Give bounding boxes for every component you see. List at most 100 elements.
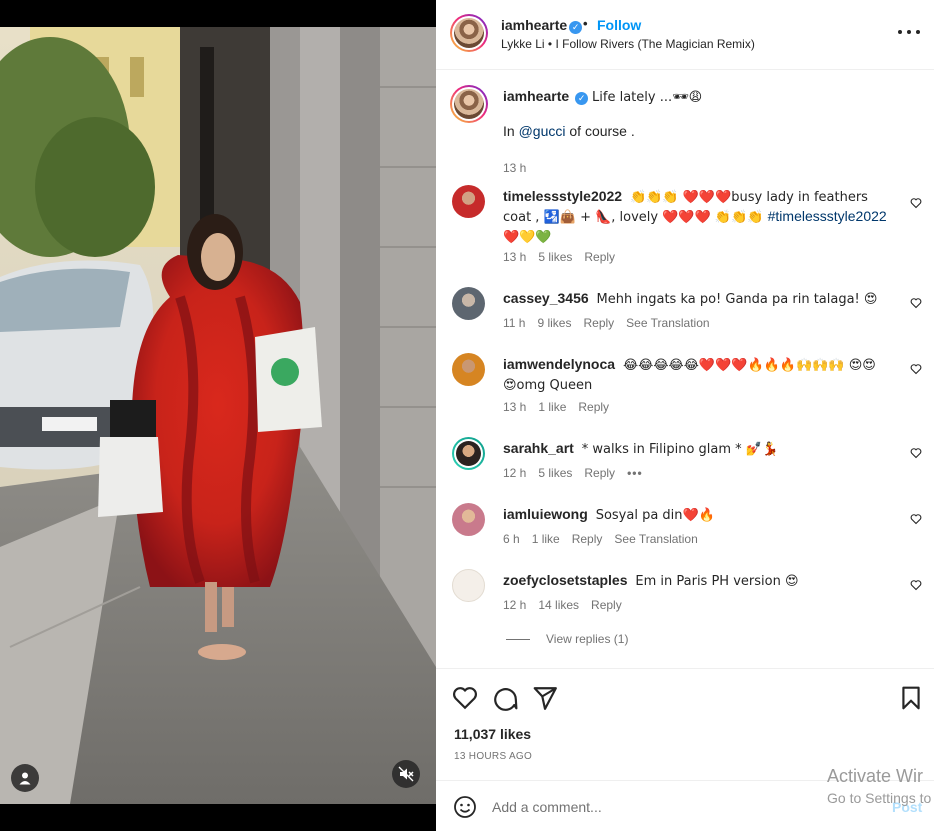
comment-meta: 6 h 1 like Reply See Translation bbox=[503, 532, 698, 546]
comment-text: zoefyclosetstaples Em in Paris PH versio… bbox=[503, 571, 888, 591]
hashtag-link[interactable]: #timelessstyle2022 bbox=[768, 208, 887, 224]
comment-username[interactable]: timelessstyle2022 bbox=[503, 188, 622, 204]
comment-likes[interactable]: 1 like bbox=[538, 400, 566, 414]
caption-avatar[interactable] bbox=[450, 85, 488, 123]
verified-badge-icon: ✓ bbox=[569, 21, 583, 34]
commenter-avatar[interactable] bbox=[452, 569, 485, 602]
comment-body-end: ❤️💛💚 bbox=[503, 230, 552, 245]
comment-input[interactable] bbox=[492, 795, 852, 819]
comment-time[interactable]: 12 h bbox=[503, 466, 526, 480]
comment-text: timelessstyle2022 👏👏👏 ❤️❤️❤️busy lady in… bbox=[503, 187, 888, 247]
commenter-avatar[interactable] bbox=[452, 185, 485, 218]
like-comment-heart-icon[interactable] bbox=[910, 447, 922, 459]
reply-button[interactable]: Reply bbox=[572, 532, 603, 546]
see-translation-link[interactable]: See Translation bbox=[614, 532, 697, 546]
comment-time[interactable]: 12 h bbox=[503, 598, 526, 612]
comment-time[interactable]: 13 h bbox=[503, 400, 526, 414]
dot-icon bbox=[898, 30, 902, 34]
like-comment-heart-icon[interactable] bbox=[910, 579, 922, 591]
video-frame[interactable] bbox=[0, 27, 436, 804]
comment-time[interactable]: 11 h bbox=[503, 316, 525, 330]
comment-text: cassey_3456 Mehh ingats ka po! Ganda pa … bbox=[503, 289, 888, 309]
likes-count[interactable]: 11,037 likes bbox=[454, 726, 531, 742]
author-avatar[interactable] bbox=[450, 14, 488, 52]
post-actions: 11,037 likes 13 HOURS AGO bbox=[436, 668, 934, 780]
post-media[interactable] bbox=[0, 0, 436, 831]
comment-meta: 12 h 5 likes Reply ••• bbox=[503, 466, 643, 480]
comment-body: Mehh ingats ka po! Ganda pa rin talaga! … bbox=[596, 292, 878, 307]
view-replies-button[interactable]: View replies (1) bbox=[506, 632, 628, 646]
commenter-avatar[interactable] bbox=[452, 437, 485, 470]
post-timestamp[interactable]: 13 HOURS AGO bbox=[454, 751, 532, 762]
caption-meta: 13 h bbox=[503, 161, 526, 175]
verified-badge-icon: ✓ bbox=[575, 92, 589, 105]
comment-username[interactable]: zoefyclosetstaples bbox=[503, 572, 628, 588]
see-translation-link[interactable]: See Translation bbox=[626, 316, 709, 330]
mention-link[interactable]: @gucci bbox=[519, 123, 566, 139]
mute-button[interactable] bbox=[392, 760, 420, 788]
comment-body: * walks in Filipino glam * 💅💃 bbox=[581, 442, 779, 457]
dot-icon bbox=[916, 30, 920, 34]
comment-likes[interactable]: 9 likes bbox=[537, 316, 571, 330]
post-comment-button[interactable]: Post bbox=[892, 799, 922, 815]
commenter-avatar[interactable] bbox=[452, 353, 485, 386]
follow-button[interactable]: Follow bbox=[597, 17, 641, 33]
comment-text: iamluiewong Sosyal pa din❤️🔥 bbox=[503, 505, 888, 525]
like-comment-heart-icon[interactable] bbox=[910, 513, 922, 525]
commenter-avatar[interactable] bbox=[452, 503, 485, 536]
comment-text: iamwendelynoca 😂😂😂😂😂❤️❤️❤️🔥🔥🔥🙌🙌🙌 😍😍😍omg … bbox=[503, 355, 888, 395]
author-username[interactable]: iamhearte bbox=[501, 17, 567, 33]
commenter-avatar[interactable] bbox=[452, 287, 485, 320]
reply-button[interactable]: Reply bbox=[591, 598, 622, 612]
share-paper-plane-icon[interactable] bbox=[532, 685, 558, 711]
comment-username[interactable]: sarahk_art bbox=[503, 440, 574, 456]
caption-prefix: In bbox=[503, 123, 519, 139]
comment-meta: 13 h 5 likes Reply bbox=[503, 250, 615, 264]
comment-body: Em in Paris PH version 😍 bbox=[635, 574, 799, 589]
comment-likes[interactable]: 14 likes bbox=[538, 598, 579, 612]
comment-time[interactable]: 6 h bbox=[503, 532, 520, 546]
speaker-muted-icon bbox=[398, 766, 414, 782]
view-replies-label[interactable]: View replies (1) bbox=[546, 632, 628, 646]
more-options-button[interactable] bbox=[898, 22, 920, 42]
caption-time[interactable]: 13 h bbox=[503, 161, 526, 175]
audio-track-link[interactable]: Lykke Li • I Follow Rivers (The Magician… bbox=[501, 37, 755, 51]
comment-body: Sosyal pa din❤️🔥 bbox=[595, 508, 715, 523]
like-comment-heart-icon[interactable] bbox=[910, 363, 922, 375]
emoji-smiley-icon[interactable] bbox=[453, 795, 477, 819]
comment-text: sarahk_art * walks in Filipino glam * 💅💃 bbox=[503, 439, 888, 459]
comment-likes[interactable]: 1 like bbox=[532, 532, 560, 546]
like-comment-heart-icon[interactable] bbox=[910, 197, 922, 209]
user-tag-button[interactable] bbox=[11, 764, 39, 792]
reply-button[interactable]: Reply bbox=[578, 400, 609, 414]
caption-suffix: of course . bbox=[565, 123, 635, 139]
caption-line-2: In @gucci of course . bbox=[503, 122, 888, 140]
comment-likes[interactable]: 5 likes bbox=[538, 250, 572, 264]
comment-username[interactable]: iamluiewong bbox=[503, 506, 588, 522]
comment-time[interactable]: 13 h bbox=[503, 250, 526, 264]
author-username-row[interactable]: iamhearte ✓ bbox=[501, 17, 583, 34]
comment-bubble-icon[interactable] bbox=[492, 685, 518, 711]
comment-meta: 11 h 9 likes Reply See Translation bbox=[503, 316, 710, 330]
post-header: iamhearte ✓ • Follow Lykke Li • I Follow … bbox=[436, 0, 934, 70]
media-letterbox-top bbox=[0, 0, 436, 27]
caption-body: Life lately ...🕶😩 bbox=[592, 90, 703, 105]
reply-button[interactable]: Reply bbox=[584, 250, 615, 264]
reply-button[interactable]: Reply bbox=[584, 466, 615, 480]
like-comment-heart-icon[interactable] bbox=[910, 297, 922, 309]
comment-username[interactable]: iamwendelynoca bbox=[503, 356, 615, 372]
divider-line bbox=[506, 638, 530, 640]
save-bookmark-icon[interactable] bbox=[898, 685, 924, 711]
comment-options-icon[interactable]: ••• bbox=[627, 466, 643, 480]
reply-button[interactable]: Reply bbox=[583, 316, 614, 330]
comment-likes[interactable]: 5 likes bbox=[538, 466, 572, 480]
like-heart-icon[interactable] bbox=[452, 685, 478, 711]
comment-meta: 12 h 14 likes Reply bbox=[503, 598, 622, 612]
caption-username[interactable]: iamhearte bbox=[503, 88, 569, 104]
comment-username[interactable]: cassey_3456 bbox=[503, 290, 589, 306]
dot-icon bbox=[907, 30, 911, 34]
media-letterbox-bottom bbox=[0, 804, 436, 831]
comment-meta: 13 h 1 like Reply bbox=[503, 400, 609, 414]
comments-list[interactable]: iamhearte ✓ Life lately ...🕶😩 In @gucci o… bbox=[436, 71, 934, 667]
person-icon bbox=[19, 772, 31, 785]
